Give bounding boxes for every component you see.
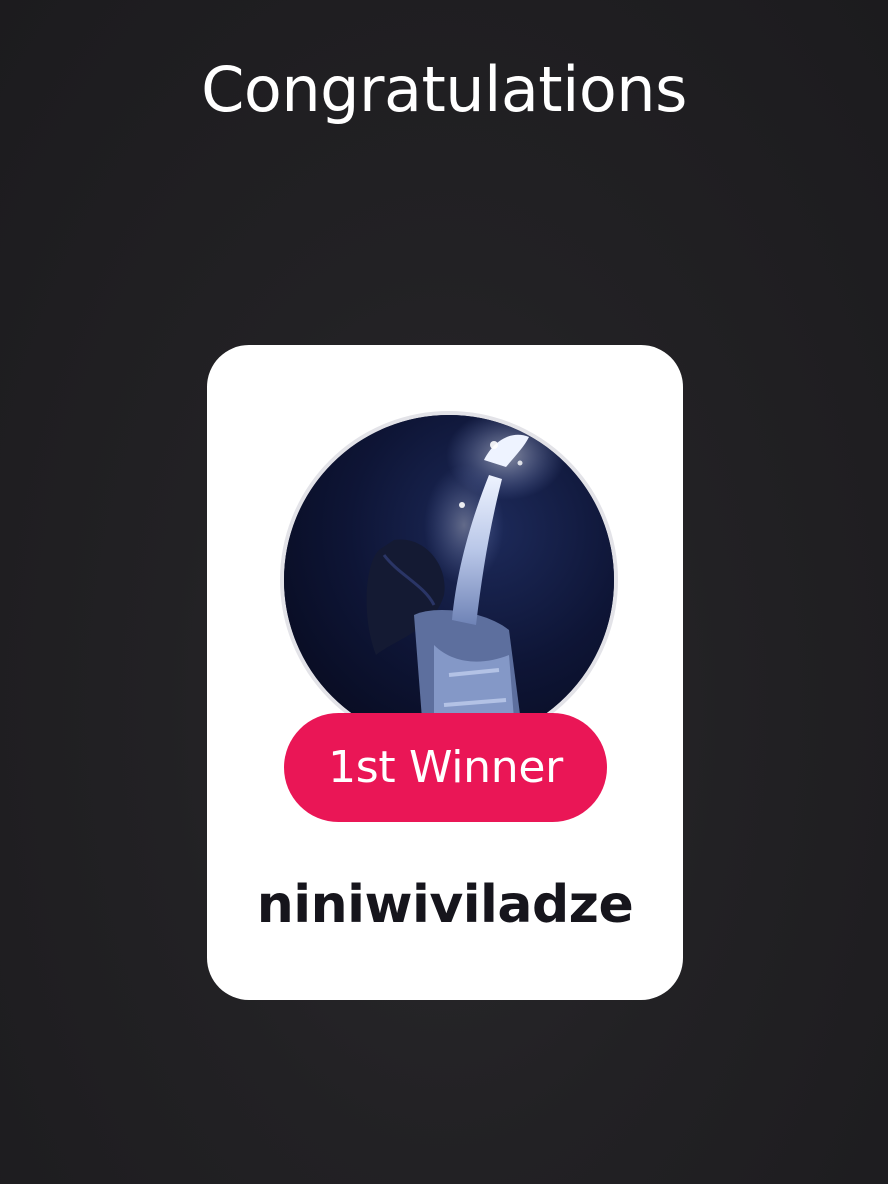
rank-badge: 1st Winner [284,713,607,822]
avatar-photo [284,415,614,745]
winner-card: 1st Winner niniwiviladze [207,345,683,1000]
winner-username: niniwiviladze [256,875,634,935]
avatar [280,411,618,749]
page-title: Congratulations [201,53,687,126]
